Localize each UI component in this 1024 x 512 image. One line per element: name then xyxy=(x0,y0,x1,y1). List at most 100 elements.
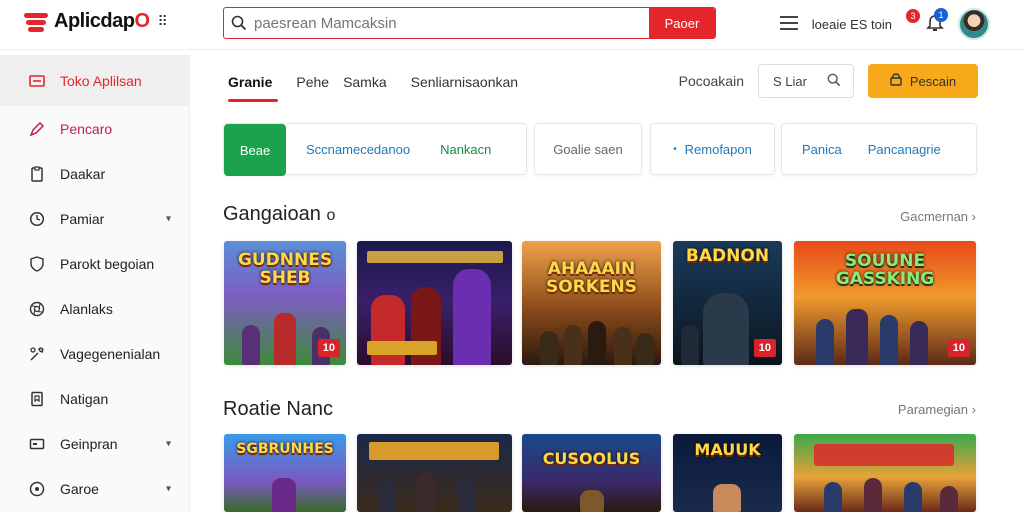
menu-list-icon[interactable] xyxy=(779,15,798,34)
chip-group-1: Beae Sccnamecedanoo Nankacn xyxy=(223,123,527,176)
top-right-actions: loeaie ES toin 3 1 xyxy=(779,7,990,41)
chip-bullet: • xyxy=(673,143,677,155)
shield-icon xyxy=(28,255,46,273)
logo-mark-icon xyxy=(24,11,48,33)
chip-group-2: Goalie saen xyxy=(534,123,642,175)
game-card[interactable]: MAUUK xyxy=(673,434,782,512)
game-title: SGBRUNHES xyxy=(236,440,334,457)
game-card[interactable] xyxy=(357,241,512,365)
logo-text: AplicdapO xyxy=(54,10,150,32)
game-title: GUDNNES SHEB xyxy=(237,250,333,288)
sidebar-item-label: Vagegenenialan xyxy=(60,345,161,362)
game-card[interactable]: BADNON 10 xyxy=(673,241,782,365)
app-logo[interactable]: AplicdapO ⠿ xyxy=(24,10,168,33)
game-card[interactable]: AHAAAIN SORKENS xyxy=(522,241,661,365)
search-button[interactable]: Paoer xyxy=(649,8,715,38)
game-title: MAUUK xyxy=(694,439,761,459)
sidebar-item-alanlaks[interactable]: Alanlaks xyxy=(0,286,189,331)
chip-beae[interactable]: Beae xyxy=(224,124,286,176)
aperture-icon xyxy=(28,300,46,318)
chip-panica[interactable]: Panica xyxy=(782,142,856,157)
sidebar-item-pencaro[interactable]: Pencaro xyxy=(0,106,189,151)
chip-group-4: Panica Pancanagrie xyxy=(781,123,977,175)
game-title: AHAAAIN SORKENS xyxy=(545,258,638,297)
sidebar-item-store[interactable]: Toko Aplilsan xyxy=(0,55,189,106)
primary-action-button[interactable]: Pescain xyxy=(868,64,978,98)
chip-remofapon[interactable]: Remofapon xyxy=(685,142,752,157)
game-card[interactable]: SGBRUNHES xyxy=(224,434,346,512)
game-badge: 10 xyxy=(753,339,776,357)
sidebar-item-natigan[interactable]: Natigan xyxy=(0,376,189,421)
tab-senliarnisaonkan[interactable]: Senliarnisaonkan xyxy=(411,62,518,102)
sidebar-item-pamiar[interactable]: Pamiar ▾ xyxy=(0,196,189,241)
filter-label[interactable]: Pocoakain xyxy=(679,73,744,89)
game-card[interactable] xyxy=(357,434,512,512)
sidebar-item-label: Natigan xyxy=(60,390,109,407)
lock-icon xyxy=(890,73,902,89)
search-icon xyxy=(224,15,254,31)
circle-icon xyxy=(28,480,46,498)
sidebar-item-label: Alanlaks xyxy=(60,300,113,317)
game-badge: 10 xyxy=(947,339,970,357)
filter-area: Pocoakain S Liar Pescain xyxy=(679,64,978,98)
notification-badge: 3 xyxy=(906,8,920,23)
sidebar-item-garoe[interactable]: Garoe ▾ xyxy=(0,466,189,511)
game-banner xyxy=(367,251,503,263)
bell-badge: 1 xyxy=(934,7,948,22)
chevron-down-icon: ▾ xyxy=(165,438,171,449)
search-icon xyxy=(827,73,841,90)
game-banner xyxy=(369,442,499,460)
sidebar-item-label: Garoe xyxy=(60,480,99,497)
chip-nankacn[interactable]: Nankacn xyxy=(426,142,505,157)
sidebar-item-label: Geinpran xyxy=(60,435,118,452)
chevron-right-icon: › xyxy=(971,209,976,224)
pen-icon xyxy=(28,120,46,138)
sidebar-item-label: Pamiar xyxy=(60,210,105,227)
primary-action-label: Pescain xyxy=(909,73,957,89)
sidebar-item-label: Pencaro xyxy=(60,120,113,137)
bell-button[interactable]: 1 xyxy=(926,7,948,35)
game-title: SOUUNE GASSKING xyxy=(835,251,935,290)
chip-goalie-saen[interactable]: Goalie saen xyxy=(539,142,636,157)
card-icon xyxy=(28,435,46,453)
sidebar: Toko Aplilsan Pencaro Daakar Pamiar ▾ Pa… xyxy=(0,55,190,512)
sidebar-item-daakar[interactable]: Daakar xyxy=(0,151,189,196)
game-logo xyxy=(367,341,437,355)
see-more-link[interactable]: Paramegian › xyxy=(898,402,976,417)
clock-icon xyxy=(28,210,46,228)
sidebar-item-geinpran[interactable]: Geinpran ▾ xyxy=(0,421,189,466)
game-title: CUSOOLUS xyxy=(542,449,641,469)
game-card[interactable]: GUDNNES SHEB 10 xyxy=(224,241,346,365)
top-bar: AplicdapO ⠿ Paoer loeaie ES toin 3 1 xyxy=(0,0,1024,50)
sidebar-item-label: Daakar xyxy=(60,165,106,182)
chip-pancanagrie[interactable]: Pancanagrie xyxy=(856,142,955,157)
section-title: Roatie Nanc xyxy=(223,398,334,420)
game-card[interactable]: CUSOOLUS xyxy=(522,434,661,512)
game-card[interactable] xyxy=(794,434,976,512)
sort-label: S Liar xyxy=(773,73,807,89)
tab-samka[interactable]: Samka xyxy=(343,62,387,102)
game-badge: 10 xyxy=(317,339,340,357)
sidebar-item-label: Toko Aplilsan xyxy=(60,72,142,89)
chip-sccnamecedanoo[interactable]: Sccnamecedanoo xyxy=(292,142,424,157)
language-region-text[interactable]: loeaie ES toin xyxy=(812,17,892,32)
notifications-button[interactable]: 3 xyxy=(906,8,920,34)
search-input[interactable] xyxy=(254,8,649,38)
chevron-right-icon: › xyxy=(971,402,976,417)
tab-granie[interactable]: Granie xyxy=(228,62,279,102)
tools-icon xyxy=(28,345,46,363)
game-banner xyxy=(814,444,954,466)
sidebar-item-parokt[interactable]: Parokt begoian xyxy=(0,241,189,286)
chevron-down-icon: ▾ xyxy=(165,213,171,224)
chevron-down-icon: ▾ xyxy=(165,483,171,494)
search-bar: Paoer xyxy=(223,7,716,39)
see-more-link[interactable]: Gacmernan › xyxy=(900,209,976,224)
user-avatar[interactable] xyxy=(958,8,990,40)
category-tabs: Granie Pehe Samka Senliarnisaonkan xyxy=(228,62,518,102)
apps-grid-icon[interactable]: ⠿ xyxy=(158,13,168,30)
game-card[interactable]: SOUUNE GASSKING 10 xyxy=(794,241,976,365)
tab-pehe[interactable]: Pehe xyxy=(296,62,329,102)
section-title: Gangaioan o xyxy=(223,203,336,225)
sort-select[interactable]: S Liar xyxy=(758,64,854,98)
sidebar-item-vagegenenialan[interactable]: Vagegenenialan xyxy=(0,331,189,376)
